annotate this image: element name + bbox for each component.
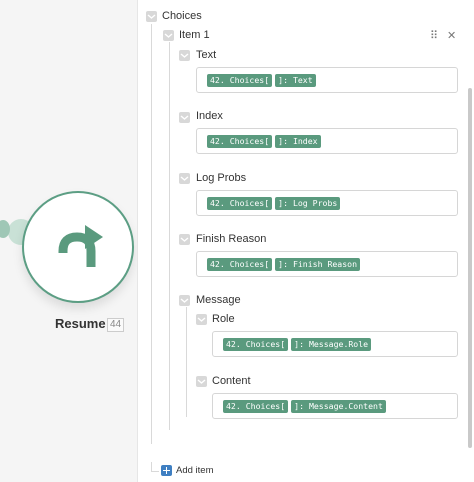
mapping-pill[interactable]: 42. Choices[ (207, 258, 273, 271)
text-mapping-field[interactable]: 42. Choices[ ]: Text (196, 67, 458, 93)
choices-label: Choices (162, 10, 202, 22)
mapping-pill[interactable]: ]: Message.Content (291, 400, 386, 413)
module-id-badge: 44 (107, 318, 125, 332)
redo-arrow-icon (58, 225, 103, 267)
collapse-toggle-index[interactable] (179, 112, 190, 123)
add-item-icon[interactable] (161, 465, 172, 476)
content-mapping-field[interactable]: 42. Choices[ ]: Message.Content (212, 393, 458, 419)
drag-handle-icon[interactable]: ⠿ (430, 29, 438, 42)
mapping-pill[interactable]: ]: Index (275, 135, 321, 148)
collapse-toggle-item-1[interactable] (163, 30, 174, 41)
panel-scrollbar[interactable] (468, 88, 472, 448)
tree-guide-root (151, 24, 152, 444)
item-1-label: Item 1 (179, 29, 210, 41)
collapse-toggle-role[interactable] (196, 314, 207, 325)
scenario-canvas: Resume 44 (0, 0, 137, 482)
field-label-message: Message (196, 294, 241, 306)
mapping-pill[interactable]: 42. Choices[ (223, 400, 289, 413)
resume-module-node[interactable] (22, 191, 134, 303)
mapping-pill[interactable]: ]: Log Probs (275, 197, 341, 210)
module-label: Resume (55, 316, 106, 331)
close-icon[interactable]: ✕ (447, 29, 456, 42)
tree-guide-item (169, 42, 170, 430)
mapping-pill[interactable]: 42. Choices[ (207, 197, 273, 210)
mapping-pill[interactable]: ]: Message.Role (291, 338, 372, 351)
collapse-toggle-choices[interactable] (146, 11, 157, 22)
collapse-toggle-log-probs[interactable] (179, 173, 190, 184)
field-label-finish-reason: Finish Reason (196, 233, 267, 245)
collapse-toggle-finish-reason[interactable] (179, 234, 190, 245)
role-mapping-field[interactable]: 42. Choices[ ]: Message.Role (212, 331, 458, 357)
collapse-toggle-message[interactable] (179, 295, 190, 306)
finish-reason-mapping-field[interactable]: 42. Choices[ ]: Finish Reason (196, 251, 458, 277)
mapping-pill[interactable]: 42. Choices[ (207, 135, 273, 148)
mapping-pill[interactable]: 42. Choices[ (207, 74, 273, 87)
field-label-index: Index (196, 110, 223, 122)
mapping-pill[interactable]: 42. Choices[ (223, 338, 289, 351)
field-label-role: Role (212, 313, 235, 325)
tree-guide-message (186, 307, 187, 417)
field-label-log-probs: Log Probs (196, 172, 247, 184)
field-label-content: Content (212, 375, 251, 387)
collapse-toggle-text[interactable] (179, 50, 190, 61)
log-probs-mapping-field[interactable]: 42. Choices[ ]: Log Probs (196, 190, 458, 216)
collapse-toggle-content[interactable] (196, 376, 207, 387)
mapping-pill[interactable]: ]: Finish Reason (275, 258, 361, 271)
tree-guide-add-h (151, 471, 159, 472)
index-mapping-field[interactable]: 42. Choices[ ]: Index (196, 128, 458, 154)
field-label-text: Text (196, 49, 217, 61)
add-item-button[interactable]: Add item (176, 465, 214, 476)
mapping-pill[interactable]: ]: Text (275, 74, 316, 87)
